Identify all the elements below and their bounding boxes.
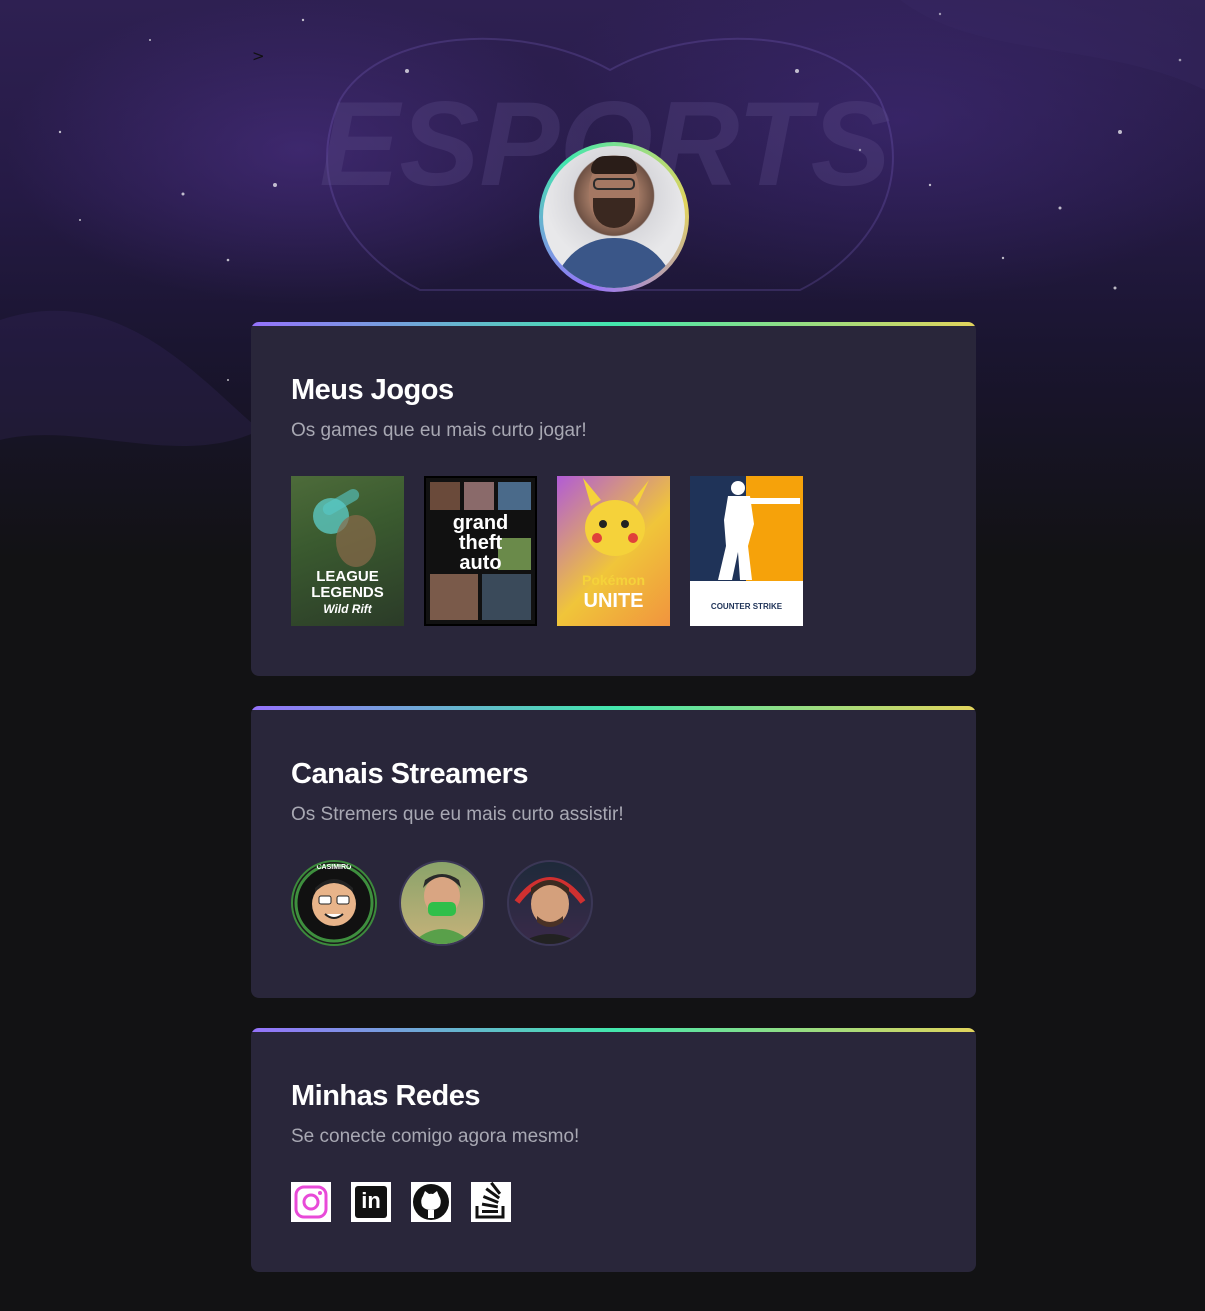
games-card: Meus Jogos Os games que eu mais curto jo… bbox=[251, 322, 976, 676]
stackoverflow-icon bbox=[471, 1181, 511, 1222]
github-link[interactable] bbox=[411, 1182, 451, 1222]
game-cs-text: COUNTER STRIKE bbox=[690, 602, 803, 611]
game-pokemon-text-2: UNITE bbox=[583, 590, 644, 612]
game-gta-text-3: auto bbox=[459, 552, 502, 574]
games-title: Meus Jogos bbox=[291, 374, 454, 406]
game-lol-text-2: LEGENDS bbox=[311, 584, 384, 601]
instagram-icon bbox=[291, 1182, 331, 1222]
games-subtitle: Os games que eu mais curto jogar! bbox=[291, 420, 587, 441]
game-cs-text-1: COUNTER bbox=[710, 602, 751, 611]
socials-title: Minhas Redes bbox=[291, 1080, 481, 1112]
streamer-casimiro-label: CASIMIRO bbox=[316, 864, 352, 871]
streamer-casimiro[interactable]: CASIMIRO bbox=[291, 860, 377, 946]
socials-subtitle: Se conecte comigo agora mesmo! bbox=[291, 1126, 580, 1147]
caret-text: > bbox=[252, 47, 265, 65]
game-lol-wild-rift[interactable]: LEAGUE LEGENDS Wild Rift bbox=[291, 476, 404, 626]
linkedin-glyph: in bbox=[361, 1188, 381, 1213]
github-icon bbox=[411, 1182, 451, 1222]
game-lol-text-3: Wild Rift bbox=[323, 602, 372, 616]
game-pokemon-unite[interactable]: Pokémon UNITE bbox=[557, 476, 670, 626]
socials-list: in bbox=[291, 1181, 511, 1222]
streamer-2[interactable] bbox=[399, 860, 485, 946]
game-pokemon-text-1: Pokémon bbox=[581, 572, 645, 588]
streamers-list: CASIMIRO bbox=[291, 860, 593, 946]
streamer-3[interactable] bbox=[507, 860, 593, 946]
linkedin-link[interactable]: in bbox=[351, 1182, 391, 1222]
game-cs-text-2: STRIKE bbox=[752, 602, 783, 611]
streamers-title: Canais Streamers bbox=[291, 758, 529, 790]
games-list: LEAGUE LEGENDS Wild Rift grand theft aut… bbox=[291, 476, 803, 626]
stackoverflow-link[interactable] bbox=[471, 1181, 511, 1222]
profile-avatar bbox=[539, 142, 689, 292]
avatar-photo bbox=[543, 146, 685, 288]
instagram-link[interactable] bbox=[291, 1182, 331, 1222]
streamers-card: Canais Streamers Os Stremers que eu mais… bbox=[251, 706, 976, 998]
streamers-subtitle: Os Stremers que eu mais curto assistir! bbox=[291, 804, 624, 825]
game-counter-strike[interactable]: COUNTER STRIKE bbox=[690, 476, 803, 626]
game-gta-v[interactable]: grand theft auto bbox=[424, 476, 537, 626]
socials-card: Minhas Redes Se conecte comigo agora mes… bbox=[251, 1028, 976, 1272]
game-lol-text-1: LEAGUE bbox=[316, 568, 379, 585]
